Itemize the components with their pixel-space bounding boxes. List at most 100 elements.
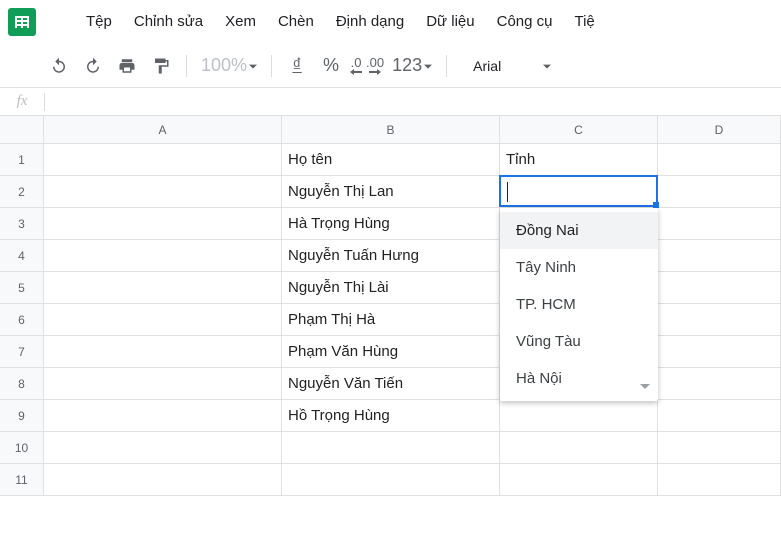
chevron-down-icon (424, 55, 432, 76)
chevron-down-icon (249, 55, 257, 76)
cell[interactable]: Nguyễn Thị Lài (282, 272, 500, 304)
cell[interactable] (44, 304, 282, 336)
cell[interactable] (658, 304, 781, 336)
menu-file[interactable]: Tệp (76, 7, 122, 36)
toolbar-separator (446, 55, 447, 77)
cell[interactable] (44, 432, 282, 464)
arrow-right-icon (369, 69, 381, 75)
cell[interactable] (658, 464, 781, 496)
cell[interactable] (282, 432, 500, 464)
decrease-decimal-button[interactable]: .0 (350, 51, 362, 81)
cell[interactable]: Phạm Văn Hùng (282, 336, 500, 368)
font-name: Arial (473, 58, 501, 74)
cell[interactable]: Nguyễn Thị Lan (282, 176, 500, 208)
row-header[interactable]: 2 (0, 176, 44, 208)
font-dropdown[interactable]: Arial (467, 58, 557, 74)
chevron-down-icon (543, 58, 551, 74)
cell[interactable] (658, 272, 781, 304)
row-header[interactable]: 5 (0, 272, 44, 304)
cell[interactable] (44, 240, 282, 272)
cell[interactable] (44, 272, 282, 304)
cell[interactable]: Hồ Trọng Hùng (282, 400, 500, 432)
row-header[interactable]: 3 (0, 208, 44, 240)
undo-button[interactable] (44, 51, 74, 81)
print-button[interactable] (112, 51, 142, 81)
more-formats-dropdown[interactable]: 123 (388, 51, 436, 81)
cell[interactable]: Nguyễn Văn Tiến (282, 368, 500, 400)
cell[interactable] (44, 176, 282, 208)
cell[interactable] (658, 368, 781, 400)
row-header[interactable]: 10 (0, 432, 44, 464)
col-header-a[interactable]: A (44, 116, 282, 144)
menu-extensions[interactable]: Tiệ (564, 7, 604, 36)
dropdown-option[interactable]: Vũng Tàu (500, 323, 658, 360)
percent-symbol: % (323, 55, 339, 76)
print-icon (118, 57, 136, 75)
col-header-d[interactable]: D (658, 116, 781, 144)
zoom-dropdown[interactable]: 100% (197, 51, 261, 81)
currency-symbol: ₫ (292, 55, 301, 76)
cell[interactable] (500, 400, 658, 432)
cell[interactable] (658, 240, 781, 272)
cell[interactable]: Nguyễn Tuấn Hưng (282, 240, 500, 272)
menu-format[interactable]: Định dạng (326, 7, 414, 36)
dropdown-option[interactable]: Hà Nội (500, 360, 658, 397)
fx-icon: fx (0, 93, 44, 110)
formula-bar: fx (0, 88, 781, 116)
toolbar: 100% ₫ % .0 .00 123 Arial (0, 44, 781, 88)
undo-icon (50, 57, 68, 75)
menu-items: Tệp Chỉnh sửa Xem Chèn Định dạng Dữ liệu… (76, 7, 605, 36)
menu-tools[interactable]: Công cụ (487, 7, 563, 36)
row-header[interactable]: 6 (0, 304, 44, 336)
row-headers: 1 2 3 4 5 6 7 8 9 10 11 (0, 144, 44, 496)
col-header-c[interactable]: C (500, 116, 658, 144)
cell[interactable] (658, 336, 781, 368)
cell[interactable] (44, 336, 282, 368)
toolbar-separator (271, 55, 272, 77)
menu-view[interactable]: Xem (215, 7, 266, 36)
cell[interactable] (282, 464, 500, 496)
cell[interactable] (658, 432, 781, 464)
zoom-value: 100% (201, 55, 247, 76)
paint-format-button[interactable] (146, 51, 176, 81)
grid-body: 1 2 3 4 5 6 7 8 9 10 11 Họ tênTỉnh Nguyễ… (0, 144, 781, 496)
row-header[interactable]: 1 (0, 144, 44, 176)
cell[interactable] (658, 208, 781, 240)
row-header[interactable]: 4 (0, 240, 44, 272)
increase-decimal-button[interactable]: .00 (366, 51, 384, 81)
dropdown-option[interactable]: Đồng Nai (500, 212, 658, 249)
cell[interactable] (500, 464, 658, 496)
data-validation-dropdown: Đồng Nai Tây Ninh TP. HCM Vũng Tàu Hà Nộ… (500, 208, 658, 401)
cell[interactable] (500, 176, 658, 208)
cell[interactable] (44, 208, 282, 240)
percent-button[interactable]: % (316, 51, 346, 81)
menu-data[interactable]: Dữ liệu (416, 7, 484, 36)
toolbar-separator (186, 55, 187, 77)
cell[interactable]: Họ tên (282, 144, 500, 176)
cell[interactable] (44, 400, 282, 432)
row-header[interactable]: 8 (0, 368, 44, 400)
cell[interactable] (44, 368, 282, 400)
dropdown-option[interactable]: TP. HCM (500, 286, 658, 323)
redo-button[interactable] (78, 51, 108, 81)
select-all-corner[interactable] (0, 116, 44, 144)
fx-separator (44, 93, 45, 111)
col-header-b[interactable]: B (282, 116, 500, 144)
column-headers: A B C D (0, 116, 781, 144)
cell[interactable]: Hà Trọng Hùng (282, 208, 500, 240)
dropdown-option[interactable]: Tây Ninh (500, 249, 658, 286)
row-header[interactable]: 11 (0, 464, 44, 496)
menu-insert[interactable]: Chèn (268, 7, 324, 36)
cell[interactable]: Phạm Thị Hà (282, 304, 500, 336)
cell[interactable] (44, 464, 282, 496)
cell[interactable]: Tỉnh (500, 144, 658, 176)
row-header[interactable]: 9 (0, 400, 44, 432)
cell[interactable] (658, 144, 781, 176)
row-header[interactable]: 7 (0, 336, 44, 368)
cell[interactable] (44, 144, 282, 176)
currency-button[interactable]: ₫ (282, 51, 312, 81)
cell[interactable] (658, 176, 781, 208)
menu-edit[interactable]: Chỉnh sửa (124, 7, 213, 36)
cell[interactable] (658, 400, 781, 432)
cell[interactable] (500, 432, 658, 464)
